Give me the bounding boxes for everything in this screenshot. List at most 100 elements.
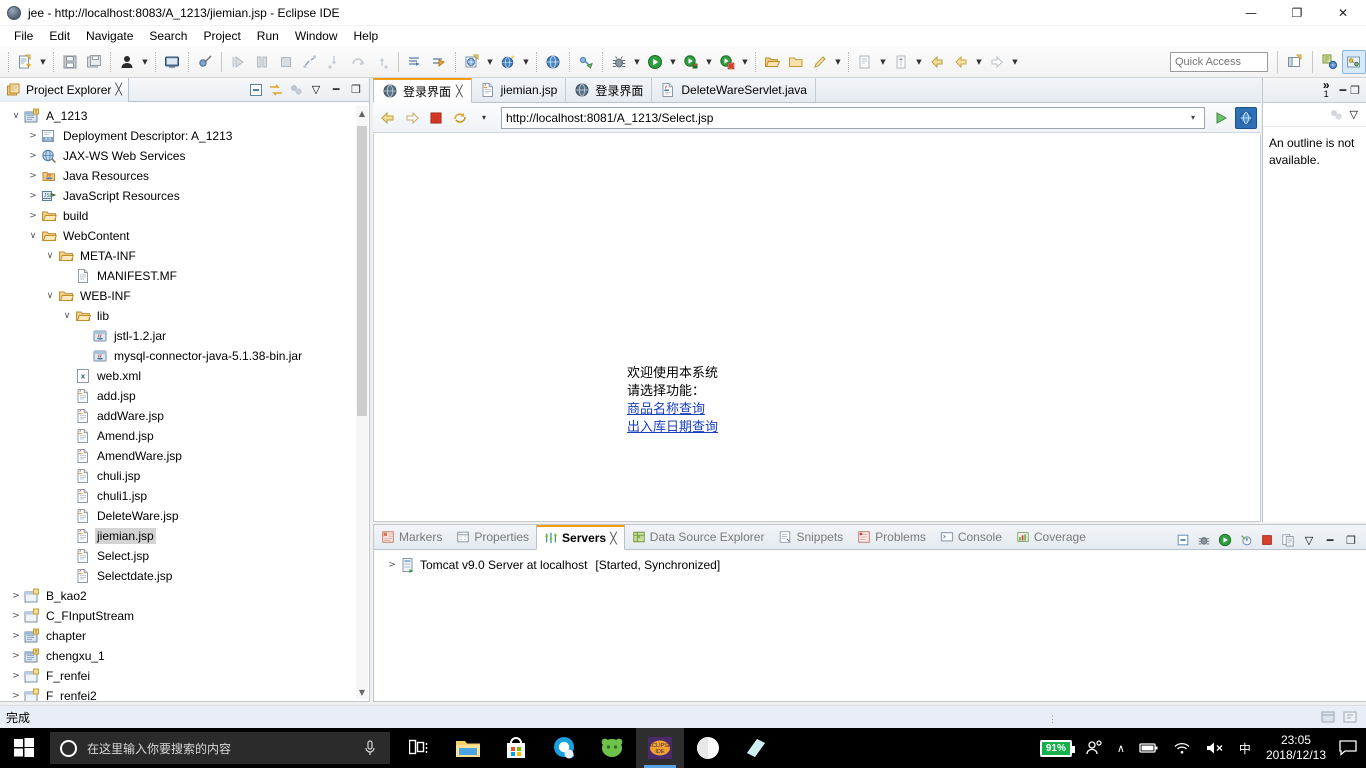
scroll-down-icon[interactable]: ▼	[356, 685, 368, 699]
editor-tab-close-icon[interactable]: ╳	[456, 85, 463, 98]
menu-window[interactable]: Window	[287, 27, 346, 45]
minimize-button[interactable]: —	[1228, 0, 1274, 26]
action-center-button[interactable]	[1334, 740, 1362, 756]
editor-tab-4[interactable]: DeleteWareServlet.java	[652, 78, 816, 102]
menu-file[interactable]: File	[6, 27, 41, 45]
external-tools-dropdown[interactable]: ▼	[832, 50, 844, 74]
tree-item-javascript-resources[interactable]: > JS JavaScript Resources	[0, 186, 369, 206]
expand-arrow-icon[interactable]: >	[8, 588, 24, 604]
bottom-tab-close-icon[interactable]: ╳	[610, 532, 617, 545]
tree-item-a-1213[interactable]: ∨ A_1213	[0, 106, 369, 126]
new-wizard-button[interactable]	[13, 50, 37, 74]
taskbar-search-box[interactable]: 在这里输入你要搜索的内容	[50, 732, 390, 764]
new-annotation-button[interactable]	[889, 50, 913, 74]
outline-filters-icon[interactable]	[1328, 107, 1344, 123]
debug-dropdown[interactable]: ▼	[631, 50, 643, 74]
bottom-view-menu-button[interactable]: ▽	[1300, 531, 1318, 549]
outline-maximize-button[interactable]: ❐	[1350, 84, 1360, 97]
server-expand-icon[interactable]: >	[384, 560, 400, 570]
step-into-button[interactable]	[322, 50, 346, 74]
collapse-arrow-icon[interactable]: ∨	[25, 228, 41, 244]
view-menu-button[interactable]: ▽	[307, 81, 325, 99]
bottom-tab-coverage[interactable]: Coverage	[1009, 525, 1093, 549]
project-tree-scrollbar[interactable]: ▲ ▼	[356, 106, 368, 699]
expand-arrow-icon[interactable]: >	[25, 148, 41, 164]
tree-item-b-kao2[interactable]: > B_kao2	[0, 586, 369, 606]
project-tree[interactable]: ∨ A_1213 >4.0 Deployment Descriptor: A_1213…	[0, 103, 369, 701]
network-button[interactable]	[1166, 728, 1198, 768]
tree-item-java-resources[interactable]: > Java Resources	[0, 166, 369, 186]
menu-edit[interactable]: Edit	[41, 27, 78, 45]
microphone-icon[interactable]	[362, 739, 378, 757]
debug-server-button[interactable]	[1195, 531, 1213, 549]
back-nav-2-button[interactable]	[949, 50, 973, 74]
file-explorer-button[interactable]	[444, 728, 492, 768]
web-services-button[interactable]	[574, 50, 598, 74]
bottom-tab-console[interactable]: Console	[933, 525, 1009, 549]
expand-arrow-icon[interactable]: >	[8, 648, 24, 664]
next-annotation-button[interactable]	[403, 50, 427, 74]
browser-url-box[interactable]: http://localhost:8081/A_1213/Select.jsp …	[501, 106, 1205, 129]
collapse-all-button[interactable]	[247, 81, 265, 99]
run-dropdown[interactable]: ▼	[667, 50, 679, 74]
browser-refresh-button[interactable]	[449, 107, 471, 129]
open-folder-2-button[interactable]	[784, 50, 808, 74]
tree-item-mysql-connector-java-5-1-38-bin-jar[interactable]: mysql-connector-java-5.1.38-bin.jar	[0, 346, 369, 366]
green-app-button[interactable]	[588, 728, 636, 768]
link-product-name-query[interactable]: 商品名称查询	[627, 400, 718, 418]
tree-item-webcontent[interactable]: ∨ WebContent	[0, 226, 369, 246]
globe-button[interactable]	[541, 50, 565, 74]
stop-server-dropdown[interactable]: ▼	[739, 50, 751, 74]
run-button[interactable]	[643, 50, 667, 74]
menu-navigate[interactable]: Navigate	[78, 27, 141, 45]
editor-tab-2[interactable]: jiemian.jsp	[472, 78, 567, 102]
tree-item-build[interactable]: > build	[0, 206, 369, 226]
tree-item-f-renfei2[interactable]: > F_renfei2	[0, 686, 369, 701]
scroll-up-icon[interactable]: ▲	[356, 106, 368, 120]
view-menu-filters-button[interactable]	[287, 81, 305, 99]
url-dropdown-icon[interactable]: ▾	[1186, 113, 1200, 122]
forward-nav-dropdown[interactable]: ▼	[1009, 50, 1021, 74]
collapse-all-servers-button[interactable]	[1174, 531, 1192, 549]
tree-item-manifest-mf[interactable]: MANIFEST.MF	[0, 266, 369, 286]
menu-project[interactable]: Project	[195, 27, 248, 45]
bottom-tab-data-source-explorer[interactable]: Data Source Explorer	[625, 525, 772, 549]
open-web-browser-button[interactable]	[496, 50, 520, 74]
tree-item-jstl-1-2-jar[interactable]: jstl-1.2.jar	[0, 326, 369, 346]
white-circle-app-button[interactable]	[684, 728, 732, 768]
open-external-browser-button[interactable]	[1235, 106, 1257, 129]
bottom-tab-markers[interactable]: Markers	[374, 525, 449, 549]
microsoft-store-button[interactable]	[492, 728, 540, 768]
tree-item-deleteware-jsp[interactable]: DeleteWare.jsp	[0, 506, 369, 526]
bottom-tab-problems[interactable]: Problems	[850, 525, 933, 549]
resume-button[interactable]	[226, 50, 250, 74]
people-button[interactable]	[1078, 728, 1110, 768]
project-explorer-close-icon[interactable]: ╳	[115, 83, 122, 96]
tree-item-chapter[interactable]: > chapter	[0, 626, 369, 646]
tree-item-f-renfei[interactable]: > F_renfei	[0, 666, 369, 686]
bottom-tab-snippets[interactable]: Snippets	[771, 525, 850, 549]
tree-item-jiemian-jsp[interactable]: jiemian.jsp	[0, 526, 369, 546]
profile-server-button[interactable]	[1237, 531, 1255, 549]
quick-access-input[interactable]	[1170, 51, 1268, 72]
browser-forward-button[interactable]	[401, 107, 423, 129]
ime-indicator[interactable]: 中	[1232, 728, 1258, 768]
run-on-server-dropdown[interactable]: ▼	[703, 50, 715, 74]
volume-button[interactable]	[1198, 728, 1232, 768]
tree-item-web-xml[interactable]: x web.xml	[0, 366, 369, 386]
terminate-button[interactable]	[274, 50, 298, 74]
bottom-tab-servers[interactable]: Servers ╳	[536, 525, 625, 550]
status-icon-2[interactable]	[1342, 709, 1358, 725]
debug-button[interactable]	[607, 50, 631, 74]
new-web-project-dropdown[interactable]: ▼	[484, 50, 496, 74]
status-resize-handle[interactable]: ⋮	[1048, 714, 1058, 725]
menu-run[interactable]: Run	[249, 27, 287, 45]
tree-item-amendware-jsp[interactable]: AmendWare.jsp	[0, 446, 369, 466]
stop-server-panel-button[interactable]	[1258, 531, 1276, 549]
taskbar-clock[interactable]: 23:05 2018/12/13	[1258, 733, 1334, 763]
new-wizard-dropdown[interactable]: ▼	[37, 50, 49, 74]
toggle-breakpoint-button[interactable]	[193, 50, 217, 74]
save-all-button[interactable]	[82, 50, 106, 74]
link-inout-date-query[interactable]: 出入库日期查询	[627, 418, 718, 436]
expand-arrow-icon[interactable]: >	[25, 188, 41, 204]
